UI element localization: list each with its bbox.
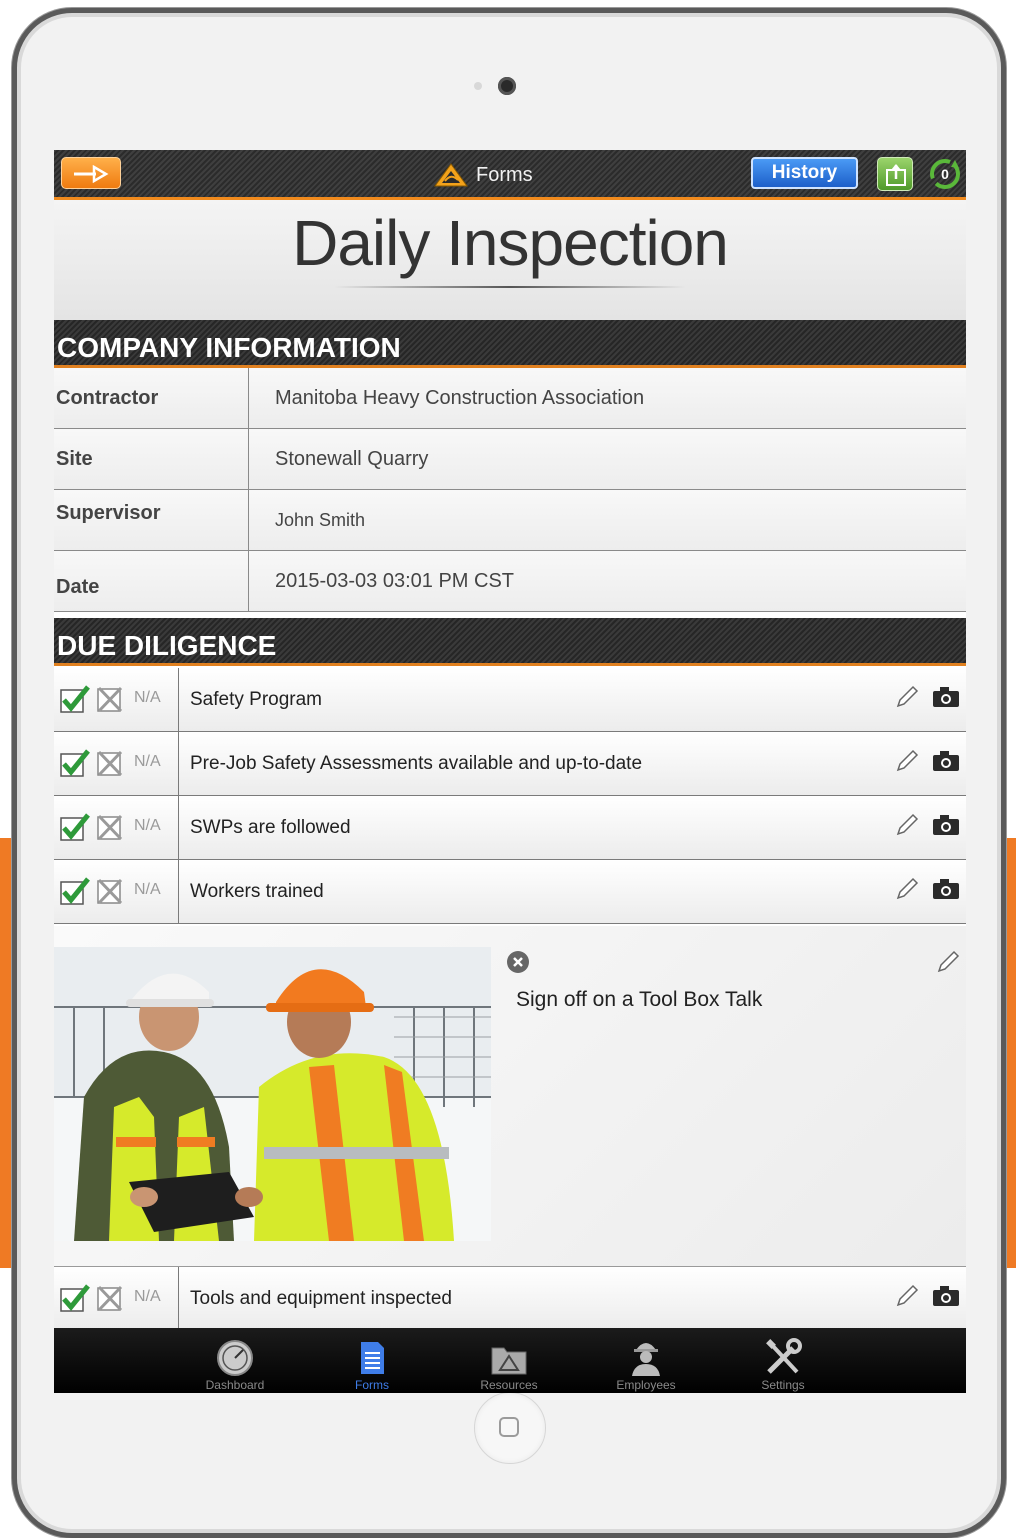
- document-icon: [361, 1342, 384, 1374]
- home-button[interactable]: [474, 1392, 546, 1464]
- export-icon: [886, 164, 906, 186]
- nav-bar: Forms History 0: [54, 150, 966, 200]
- tab-label: Resources: [480, 1378, 538, 1392]
- pencil-icon[interactable]: [936, 950, 960, 974]
- info-label: Supervisor: [56, 490, 249, 551]
- na-option[interactable]: N/A: [134, 689, 161, 707]
- x-icon[interactable]: [96, 1284, 124, 1312]
- checklist-label: SWPs are followed: [190, 817, 351, 838]
- camera-icon[interactable]: [932, 877, 960, 901]
- checklist-controls: N/A: [54, 860, 179, 923]
- tab-bar: Dashboard Forms Resources Employees Sett…: [54, 1328, 966, 1393]
- checklist-controls: N/A: [54, 796, 179, 859]
- check-icon[interactable]: [60, 685, 90, 713]
- close-icon[interactable]: [506, 950, 530, 974]
- camera-icon[interactable]: [932, 749, 960, 773]
- tab-label: Dashboard: [205, 1378, 265, 1392]
- info-value[interactable]: Stonewall Quarry: [275, 429, 428, 490]
- info-value[interactable]: Manitoba Heavy Construction Association: [275, 368, 644, 429]
- checklist-row: N/A Tools and equipment inspected: [54, 1266, 966, 1330]
- info-value[interactable]: John Smith: [275, 490, 365, 551]
- workers-photo-illustration: [54, 947, 491, 1241]
- info-label: Contractor: [56, 368, 249, 429]
- pencil-icon[interactable]: [895, 685, 919, 709]
- info-row-supervisor[interactable]: Supervisor John Smith: [54, 490, 966, 551]
- x-icon[interactable]: [96, 877, 124, 905]
- title-area: Daily Inspection: [54, 200, 966, 320]
- arrow-right-icon: [74, 165, 109, 183]
- pencil-icon[interactable]: [895, 749, 919, 773]
- page-title: Daily Inspection: [292, 207, 729, 279]
- na-option[interactable]: N/A: [134, 817, 161, 835]
- camera-icon[interactable]: [932, 685, 960, 709]
- nav-title-text: Forms: [476, 163, 533, 186]
- na-option[interactable]: N/A: [134, 753, 161, 771]
- checklist-row: N/A SWPs are followed: [54, 796, 966, 860]
- x-icon[interactable]: [96, 685, 124, 713]
- diligence-section-header: DUE DILIGENCE: [54, 618, 966, 666]
- checklist-label: Safety Program: [190, 689, 322, 710]
- pencil-icon[interactable]: [895, 877, 919, 901]
- checklist-label: Pre-Job Safety Assessments available and…: [190, 753, 643, 774]
- tab-label: Employees: [616, 1378, 676, 1392]
- na-option[interactable]: N/A: [134, 881, 161, 899]
- check-icon[interactable]: [60, 749, 90, 777]
- x-icon[interactable]: [96, 749, 124, 777]
- check-icon[interactable]: [60, 813, 90, 841]
- checklist-row: N/A Workers trained: [54, 860, 966, 924]
- checklist-row: N/A Safety Program: [54, 668, 966, 732]
- check-icon[interactable]: [60, 1284, 90, 1312]
- title-divider: [334, 286, 686, 288]
- tab-dashboard[interactable]: Dashboard: [165, 1328, 305, 1393]
- tablet-camera: [498, 77, 516, 95]
- app-screen: Forms History 0 Daily Inspection COMPANY…: [54, 150, 966, 1393]
- info-row-site[interactable]: Site Stonewall Quarry: [54, 429, 966, 490]
- nav-title: Forms: [434, 162, 533, 188]
- tablet-sensor: [474, 82, 482, 90]
- forms-logo-icon: [434, 163, 468, 187]
- na-option[interactable]: N/A: [134, 1288, 161, 1306]
- checklist-row: N/A Pre-Job Safety Assessments available…: [54, 732, 966, 796]
- tab-label: Forms: [355, 1378, 389, 1392]
- info-row-date[interactable]: Date 2015-03-03 03:01 PM CST: [54, 551, 966, 612]
- home-square-icon: [499, 1417, 519, 1437]
- tab-employees[interactable]: Employees: [576, 1328, 716, 1393]
- tab-forms[interactable]: Forms: [302, 1328, 442, 1393]
- checklist-controls: N/A: [54, 668, 179, 731]
- tab-resources[interactable]: Resources: [439, 1328, 579, 1393]
- camera-icon[interactable]: [932, 1284, 960, 1308]
- company-section-header: COMPANY INFORMATION: [54, 320, 966, 368]
- pencil-icon[interactable]: [895, 1284, 919, 1308]
- toolbox-talk-text: Sign off on a Tool Box Talk: [516, 988, 763, 1011]
- checklist-controls: N/A: [54, 1267, 179, 1330]
- tab-label: Settings: [761, 1378, 805, 1392]
- check-icon[interactable]: [60, 877, 90, 905]
- info-label: Date: [56, 551, 249, 612]
- toolbox-talk-panel: Sign off on a Tool Box Talk: [54, 926, 966, 1266]
- checklist-label: Tools and equipment inspected: [190, 1288, 452, 1309]
- info-row-contractor[interactable]: Contractor Manitoba Heavy Construction A…: [54, 368, 966, 429]
- checklist-controls: N/A: [54, 732, 179, 795]
- pencil-icon[interactable]: [895, 813, 919, 837]
- workers-photo[interactable]: [54, 947, 491, 1241]
- tab-settings[interactable]: Settings: [713, 1328, 853, 1393]
- info-value[interactable]: 2015-03-03 03:01 PM CST: [275, 551, 514, 612]
- camera-icon[interactable]: [932, 813, 960, 837]
- x-icon[interactable]: [96, 813, 124, 841]
- sync-count-badge: 0: [941, 166, 949, 182]
- back-button[interactable]: [61, 157, 121, 189]
- sync-button[interactable]: 0: [928, 157, 962, 191]
- folder-icon: [491, 1347, 527, 1375]
- tools-icon: [766, 1338, 802, 1374]
- info-label: Site: [56, 429, 249, 490]
- checklist-label: Workers trained: [190, 881, 324, 902]
- worker-icon: [632, 1343, 660, 1376]
- history-button[interactable]: History: [751, 157, 858, 189]
- export-button[interactable]: [877, 157, 913, 191]
- dashboard-icon: [217, 1340, 253, 1376]
